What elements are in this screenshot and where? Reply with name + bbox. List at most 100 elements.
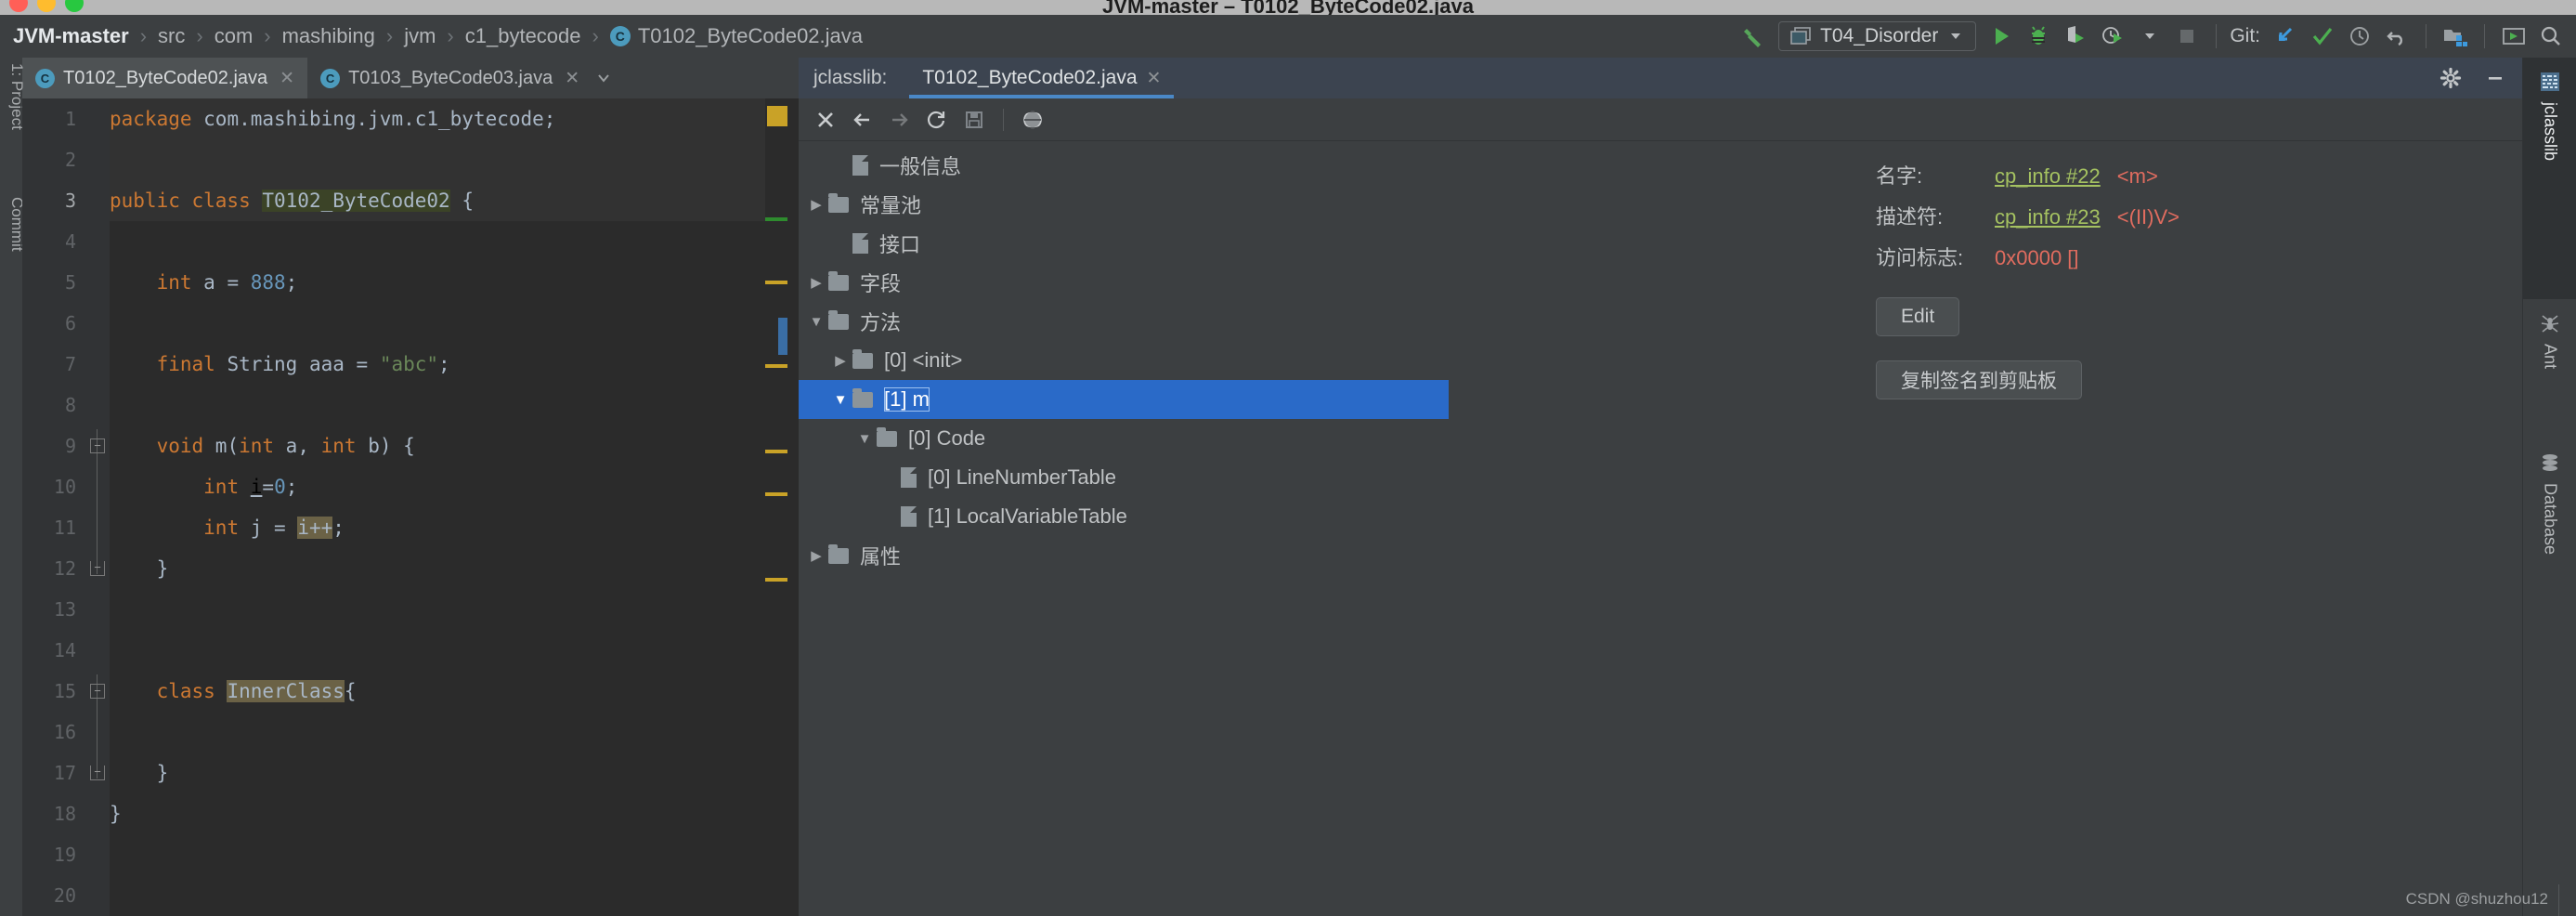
chevron-right-icon[interactable]: ▶ xyxy=(828,352,852,369)
code-line[interactable] xyxy=(110,712,765,752)
save-button[interactable] xyxy=(958,104,990,136)
code-line[interactable]: } xyxy=(110,752,765,793)
git-commit-button[interactable] xyxy=(2305,19,2340,54)
profile-button[interactable] xyxy=(2095,19,2130,54)
code-line[interactable]: void m(int a, int b) { xyxy=(110,425,765,466)
code-line[interactable]: class InnerClass{ xyxy=(110,671,765,712)
code-line[interactable] xyxy=(110,139,765,180)
navigate-back-button[interactable] xyxy=(847,104,878,136)
code-line[interactable]: int i=0; xyxy=(110,466,765,507)
run-configuration-selector[interactable]: T04_Disorder xyxy=(1778,21,1977,51)
breadcrumb-item-com[interactable]: com xyxy=(213,24,255,48)
code-editor[interactable]: 1 2 3 4 5 6 7 8 9 10 11 12 13 14 15 16 17 18 19 20 − − − − pac… xyxy=(22,98,799,916)
edit-button[interactable]: Edit xyxy=(1876,297,1960,336)
code-line[interactable] xyxy=(110,303,765,344)
code-line[interactable]: } xyxy=(110,793,765,834)
code-line[interactable]: final String aaa = "abc"; xyxy=(110,344,765,385)
copy-signature-button[interactable]: 复制签名到剪贴板 xyxy=(1876,360,2082,399)
run-button[interactable] xyxy=(1984,19,2019,54)
debug-button[interactable] xyxy=(2021,19,2056,54)
descriptor-cp-link[interactable]: cp_info #23 xyxy=(1995,205,2101,229)
editor-marker[interactable] xyxy=(765,217,787,221)
code-folding-column[interactable]: − − − − xyxy=(85,98,110,916)
breadcrumb-item-file[interactable]: C T0102_ByteCode02.java xyxy=(608,24,865,48)
chevron-down-icon[interactable]: ▼ xyxy=(852,431,877,447)
fold-end-marker[interactable]: − xyxy=(90,766,105,780)
tool-window-database[interactable]: Database xyxy=(2523,438,2576,643)
name-cp-link[interactable]: cp_info #22 xyxy=(1995,164,2101,189)
stop-button[interactable] xyxy=(2169,19,2205,54)
code-line[interactable]: public class T0102_ByteCode02 { xyxy=(110,180,765,221)
profile-dropdown-button[interactable] xyxy=(2132,19,2167,54)
browse-web-button[interactable] xyxy=(1017,104,1048,136)
close-icon[interactable]: ✕ xyxy=(280,68,294,89)
close-icon[interactable]: ✕ xyxy=(565,68,579,89)
code-line[interactable] xyxy=(110,875,765,916)
code-line[interactable] xyxy=(110,221,765,262)
settings-button[interactable] xyxy=(2435,62,2466,94)
git-update-button[interactable] xyxy=(2268,19,2303,54)
run-console-button[interactable] xyxy=(2496,19,2531,54)
jclasslib-tab[interactable]: T0102_ByteCode02.java ✕ xyxy=(909,58,1175,98)
project-structure-button[interactable] xyxy=(2438,19,2473,54)
breadcrumb-item-jvm[interactable]: jvm xyxy=(402,24,437,48)
editor-tab-t0103[interactable]: C T0103_ByteCode03.java ✕ xyxy=(307,58,592,98)
editor-marker[interactable] xyxy=(765,364,787,368)
editor-tab-t0102[interactable]: C T0102_ByteCode02.java ✕ xyxy=(22,58,308,98)
close-view-button[interactable] xyxy=(810,104,841,136)
code-line[interactable]: int a = 888; xyxy=(110,262,765,303)
tool-window-project[interactable]: 1: Project xyxy=(7,63,26,130)
breadcrumb-root[interactable]: JVM-master xyxy=(11,24,131,48)
chevron-right-icon[interactable]: ▶ xyxy=(804,274,828,291)
code-line[interactable] xyxy=(110,630,765,671)
tree-node[interactable]: ▶ 字段 xyxy=(799,263,1449,302)
breadcrumb-item-mashibing[interactable]: mashibing xyxy=(280,24,377,48)
fold-collapse-icon[interactable]: − xyxy=(90,684,105,699)
tool-window-ant[interactable]: Ant xyxy=(2523,299,2576,438)
tab-overflow-button[interactable] xyxy=(592,58,615,98)
tool-window-jclasslib[interactable]: jclasslib xyxy=(2523,58,2576,299)
code-line[interactable]: int j = i++; xyxy=(110,507,765,548)
code-text-area[interactable]: package com.mashibing.jvm.c1_bytecode; p… xyxy=(110,98,765,916)
tree-node[interactable]: [1] LocalVariableTable xyxy=(799,497,1449,536)
reload-button[interactable] xyxy=(921,104,953,136)
tree-node[interactable]: 一般信息 xyxy=(799,146,1449,185)
tree-node[interactable]: ▼ 方法 xyxy=(799,302,1449,341)
code-line[interactable] xyxy=(110,385,765,425)
run-with-coverage-button[interactable] xyxy=(2058,19,2093,54)
tree-node-selected[interactable]: ▼ [1] m xyxy=(799,380,1449,419)
fold-collapse-icon[interactable]: − xyxy=(90,438,105,453)
tree-node[interactable]: ▼ [0] Code xyxy=(799,419,1449,458)
tree-node[interactable]: 接口 xyxy=(799,224,1449,263)
editor-marker-bar[interactable] xyxy=(765,98,787,916)
close-icon[interactable]: ✕ xyxy=(1147,68,1162,89)
editor-marker[interactable] xyxy=(765,450,787,453)
chevron-down-icon[interactable]: ▼ xyxy=(804,314,828,330)
build-button[interactable] xyxy=(1736,19,1771,54)
fold-end-marker[interactable]: − xyxy=(90,561,105,576)
chevron-right-icon[interactable]: ▶ xyxy=(804,196,828,213)
tree-node[interactable]: ▶ [0] <init> xyxy=(799,341,1449,380)
minimize-panel-button[interactable] xyxy=(2479,62,2511,94)
code-line[interactable]: package com.mashibing.jvm.c1_bytecode; xyxy=(110,98,765,139)
breadcrumb-item-src[interactable]: src xyxy=(156,24,187,48)
tree-node[interactable]: [0] LineNumberTable xyxy=(799,458,1449,497)
git-history-button[interactable] xyxy=(2342,19,2377,54)
editor-marker[interactable] xyxy=(765,281,787,284)
breadcrumb[interactable]: JVM-master › src › com › mashibing › jvm… xyxy=(0,24,865,48)
code-line[interactable] xyxy=(110,834,765,875)
chevron-right-icon[interactable]: ▶ xyxy=(804,547,828,564)
code-line[interactable] xyxy=(110,589,765,630)
bytecode-tree[interactable]: 一般信息 ▶ 常量池 接口 ▶ 字段 ▼ 方法 ▶ [0] <init> ▼ [1] m ▼ [0] Co… xyxy=(799,146,1449,610)
navigate-forward-button[interactable] xyxy=(884,104,916,136)
tree-node[interactable]: ▶ 属性 xyxy=(799,536,1449,575)
code-line[interactable]: } xyxy=(110,548,765,589)
chevron-down-icon[interactable]: ▼ xyxy=(828,392,852,408)
breadcrumb-item-c1-bytecode[interactable]: c1_bytecode xyxy=(463,24,583,48)
editor-marker[interactable] xyxy=(765,492,787,496)
editor-marker[interactable] xyxy=(765,578,787,582)
editor-marker[interactable] xyxy=(767,106,787,126)
undo-button[interactable] xyxy=(2379,19,2414,54)
search-button[interactable] xyxy=(2533,19,2569,54)
tree-node[interactable]: ▶ 常量池 xyxy=(799,185,1449,224)
